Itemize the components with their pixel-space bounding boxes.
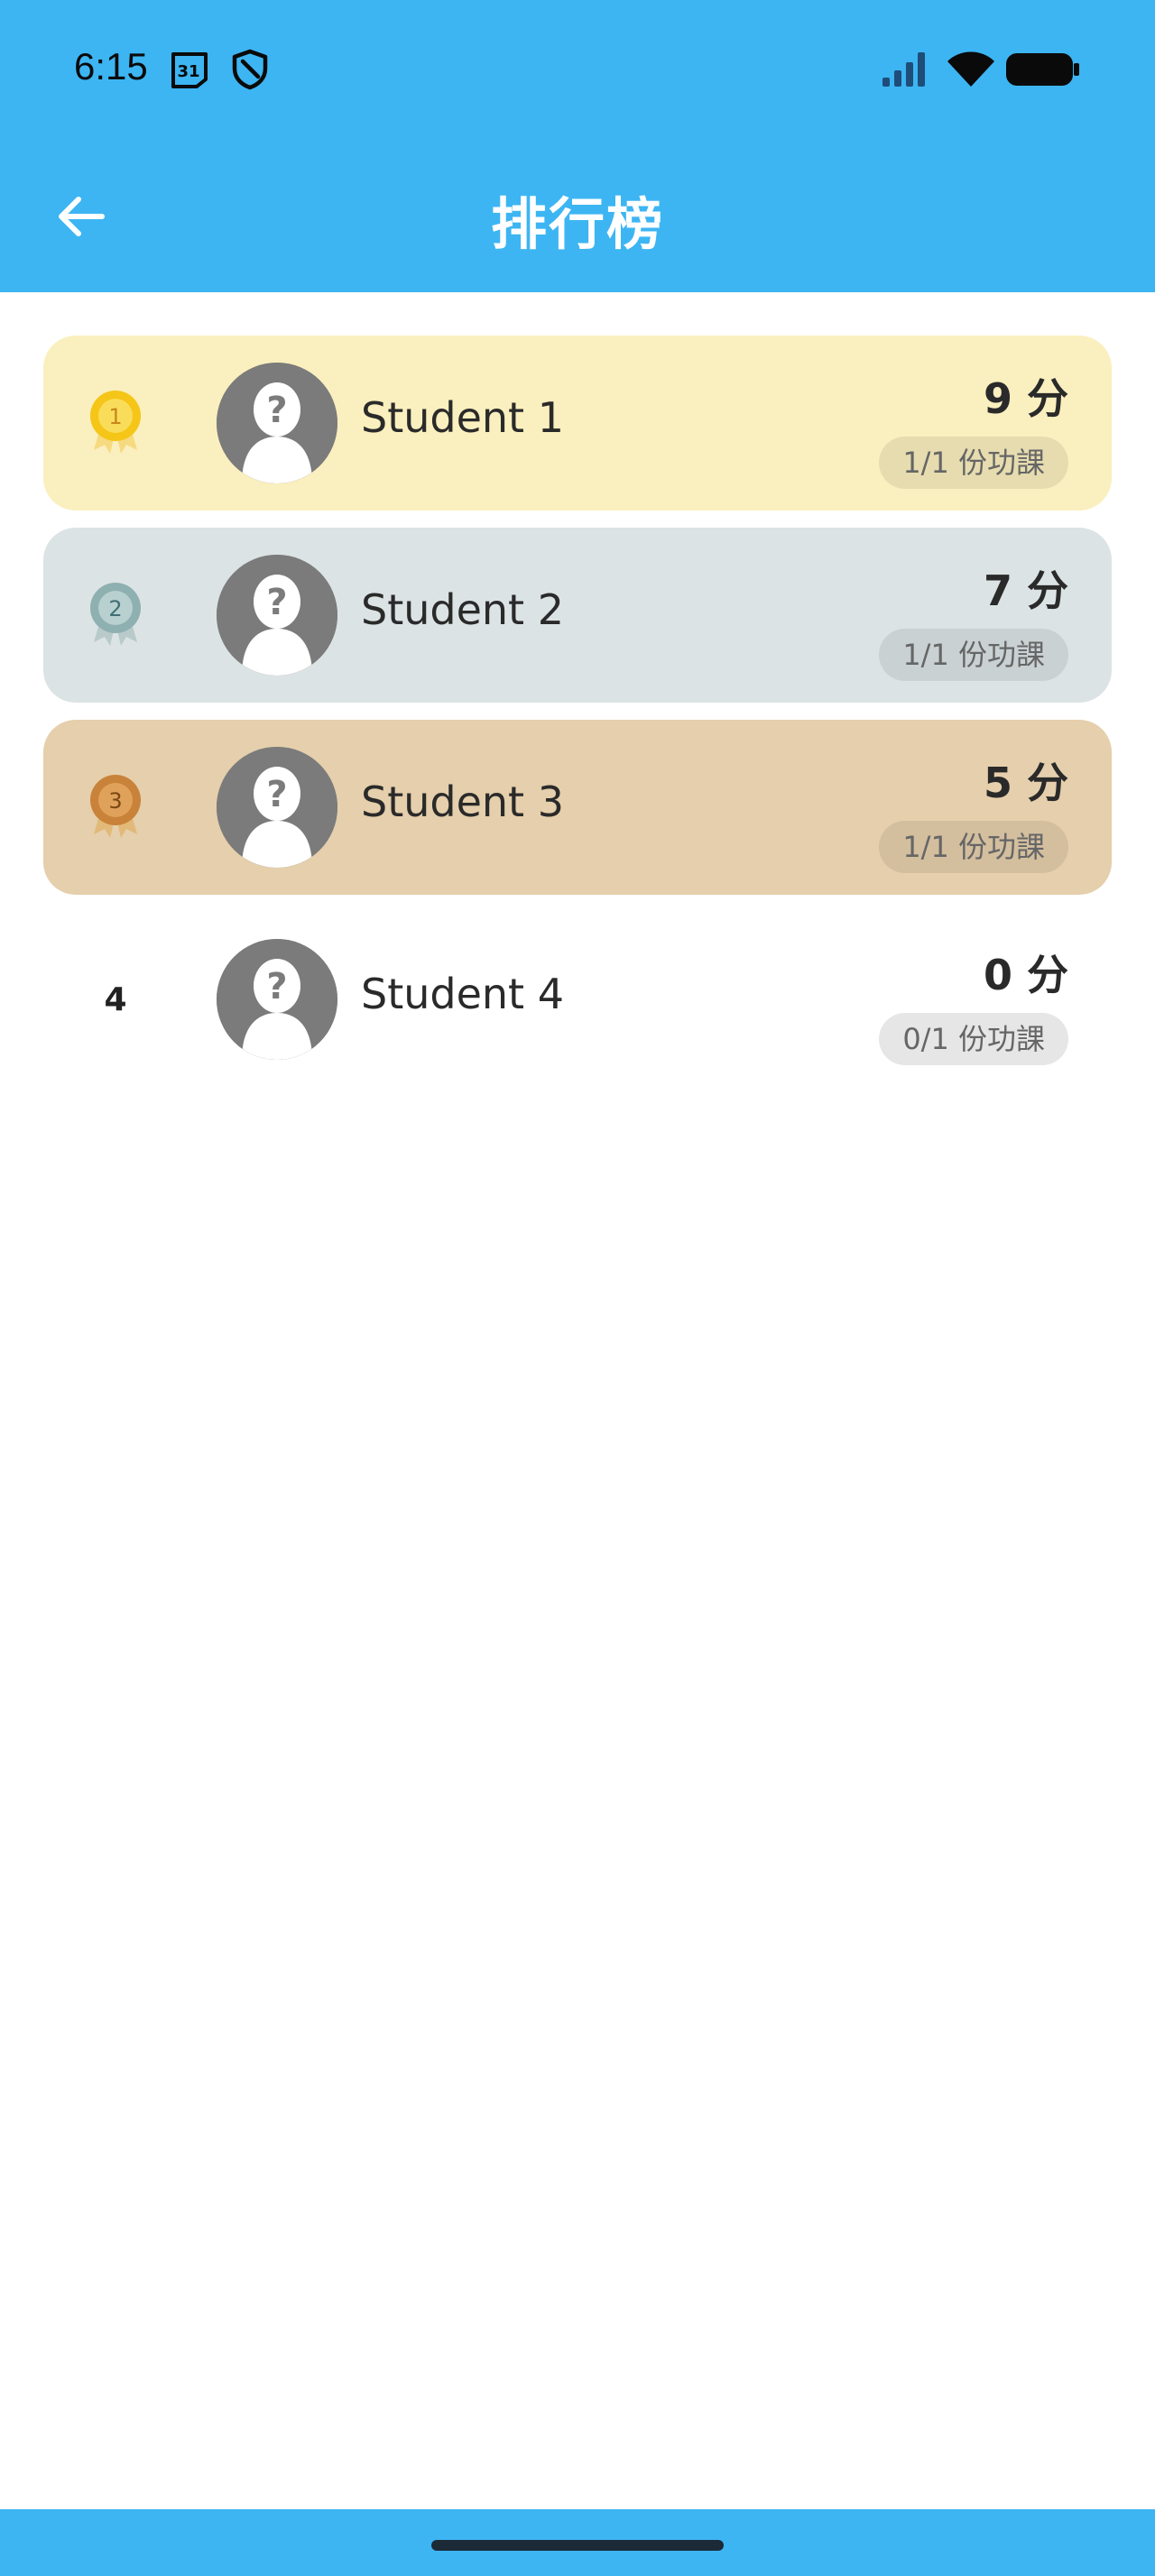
rank-badge: 2 — [81, 575, 150, 656]
rank-badge: 1 — [81, 382, 150, 464]
rank-badge: 3 — [81, 767, 150, 848]
calendar-icon: 31 — [171, 52, 208, 88]
leaderboard-row[interactable]: 2 ? Student 2 7 分 1/1 份功課 — [43, 528, 1112, 703]
score: 7 分 — [983, 566, 1068, 615]
score: 0 分 — [983, 951, 1068, 999]
medal-number: 3 — [108, 788, 122, 814]
leaderboard-row[interactable]: 3 ? Student 3 5 分 1/1 份功課 — [43, 720, 1112, 895]
student-name: Student 4 — [361, 970, 564, 1018]
page-title: 排行榜 — [490, 191, 664, 257]
app-bar: 排行榜 — [0, 135, 1155, 292]
progress-badge: 1/1 份功課 — [879, 437, 1068, 489]
leaderboard-row[interactable]: 4 ? Student 4 0 分 0/1 份功課 — [43, 912, 1112, 1087]
bronze-medal-icon: 3 — [90, 775, 141, 838]
gold-medal-icon: 1 — [90, 391, 141, 454]
rank-number: 4 — [104, 980, 127, 1018]
score: 5 分 — [983, 759, 1068, 807]
avatar: ? — [217, 363, 337, 483]
avatar: ? — [217, 747, 337, 868]
rank-badge: 4 — [81, 959, 150, 1040]
student-name: Student 1 — [361, 393, 564, 442]
unknown-user-icon: ? — [217, 939, 337, 1060]
avatar: ? — [217, 555, 337, 676]
svg-text:?: ? — [266, 966, 287, 1007]
student-name: Student 3 — [361, 777, 564, 826]
avatar: ? — [217, 939, 337, 1060]
home-indicator[interactable] — [431, 2540, 724, 2551]
svg-text:?: ? — [266, 774, 287, 815]
battery-icon — [1006, 53, 1079, 86]
silver-medal-icon: 2 — [90, 583, 141, 646]
score: 9 分 — [983, 374, 1068, 423]
leaderboard-list: 1 ? Student 1 9 分 1/1 份功課 2 ? Student 2 … — [43, 336, 1112, 1104]
wifi-icon — [947, 51, 994, 87]
student-name: Student 2 — [361, 585, 564, 634]
progress-badge: 1/1 份功課 — [879, 821, 1068, 873]
unknown-user-icon: ? — [217, 555, 337, 676]
progress-badge: 1/1 份功課 — [879, 629, 1068, 681]
svg-text:?: ? — [266, 582, 287, 623]
status-bar: 6:15 31 — [0, 0, 1155, 135]
calendar-day: 31 — [177, 62, 199, 81]
status-time: 6:15 — [74, 45, 148, 87]
medal-number: 1 — [108, 404, 122, 429]
leaderboard-row[interactable]: 1 ? Student 1 9 分 1/1 份功課 — [43, 336, 1112, 511]
progress-badge: 0/1 份功課 — [879, 1013, 1068, 1065]
system-nav-bar — [0, 2509, 1155, 2576]
signal-icon — [882, 52, 925, 87]
unknown-user-icon: ? — [217, 747, 337, 868]
medal-number: 2 — [108, 596, 122, 621]
shield-icon — [232, 49, 268, 90]
unknown-user-icon: ? — [217, 363, 337, 483]
svg-text:?: ? — [266, 390, 287, 431]
